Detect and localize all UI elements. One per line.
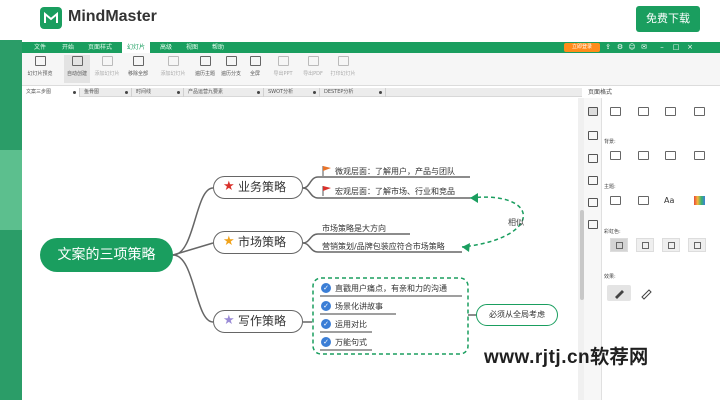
image-icon[interactable] <box>588 154 598 163</box>
leaf-market-direction[interactable]: 市场策略是大方向 <box>322 223 386 234</box>
background-label: 背景: <box>604 139 616 145</box>
page-format-icon[interactable] <box>588 107 598 116</box>
purple-star-icon: ★ <box>223 313 235 328</box>
layout-tree-icon[interactable] <box>638 107 649 116</box>
red-star-icon: ★ <box>223 179 235 194</box>
leaf-universal-sentences[interactable]: 万能句式 <box>335 337 367 348</box>
flag-icon <box>322 166 331 176</box>
branch-market-strategy[interactable]: ★ 市场策略 <box>213 231 303 254</box>
layout-spacing-icon[interactable] <box>694 107 705 116</box>
summary-node[interactable]: 必须从全局考虑 <box>476 304 558 326</box>
pen-effect-button[interactable] <box>634 285 658 301</box>
text-bg-icon[interactable] <box>694 151 705 160</box>
site-watermark: www.rjtj.cn软荐网 <box>484 347 649 368</box>
note-icon[interactable] <box>588 220 598 229</box>
leaf-user-pain-points[interactable]: 直戳用户痛点，有亲和力的沟通 <box>335 283 447 294</box>
theme-label: 主题: <box>604 184 616 190</box>
check-icon: ✓ <box>321 301 331 311</box>
branch-business-strategy[interactable]: ★ 业务策略 <box>213 176 303 199</box>
color-theme-swatch[interactable] <box>694 196 705 205</box>
font-theme-icon[interactable]: Aa <box>664 196 674 205</box>
leaf-marketing-planning[interactable]: 营销策划/品牌包装应符合市场策略 <box>322 241 445 252</box>
layout-connector-icon[interactable] <box>665 107 676 116</box>
check-icon: ✓ <box>321 319 331 329</box>
clipart-icon[interactable] <box>588 176 598 185</box>
hand-drawn-effect-button[interactable] <box>607 285 631 301</box>
rainbow-option-4[interactable] <box>688 238 706 252</box>
orange-star-icon: ★ <box>223 234 235 249</box>
calendar-icon[interactable] <box>588 198 598 207</box>
bg-image-icon[interactable] <box>638 151 649 160</box>
layout-grid-icon[interactable] <box>610 107 621 116</box>
rainbow-option-2[interactable] <box>636 238 654 252</box>
fill-bucket-icon[interactable] <box>610 151 621 160</box>
effect-label: 效果: <box>604 274 616 280</box>
leaf-storytelling[interactable]: 场景化讲故事 <box>335 301 383 312</box>
list-icon[interactable] <box>588 131 598 140</box>
app-window: { "app": { "name": "MindMaster", "downlo… <box>0 0 720 400</box>
check-icon: ✓ <box>321 283 331 293</box>
check-icon: ✓ <box>321 337 331 347</box>
relationship-label[interactable]: 相似 <box>508 217 524 228</box>
theme-layout-icon[interactable] <box>610 196 621 205</box>
branch-writing-strategy[interactable]: ★ 写作策略 <box>213 310 303 333</box>
leaf-contrast[interactable]: 运用对比 <box>335 319 367 330</box>
theme-style-icon[interactable] <box>638 196 649 205</box>
rainbow-option-3[interactable] <box>662 238 680 252</box>
leaf-macro-level[interactable]: 宏观层面：了解市场、行业和竞品 <box>335 186 455 197</box>
rainbow-label: 彩虹色: <box>604 229 621 235</box>
leaf-micro-level[interactable]: 微观层面：了解用户，产品与团队 <box>335 166 455 177</box>
flag-icon <box>322 186 331 196</box>
rainbow-option-1[interactable] <box>610 238 628 252</box>
watermark-icon[interactable] <box>665 151 676 160</box>
mindmap-root-topic[interactable]: 文案的三项策略 <box>40 238 173 272</box>
